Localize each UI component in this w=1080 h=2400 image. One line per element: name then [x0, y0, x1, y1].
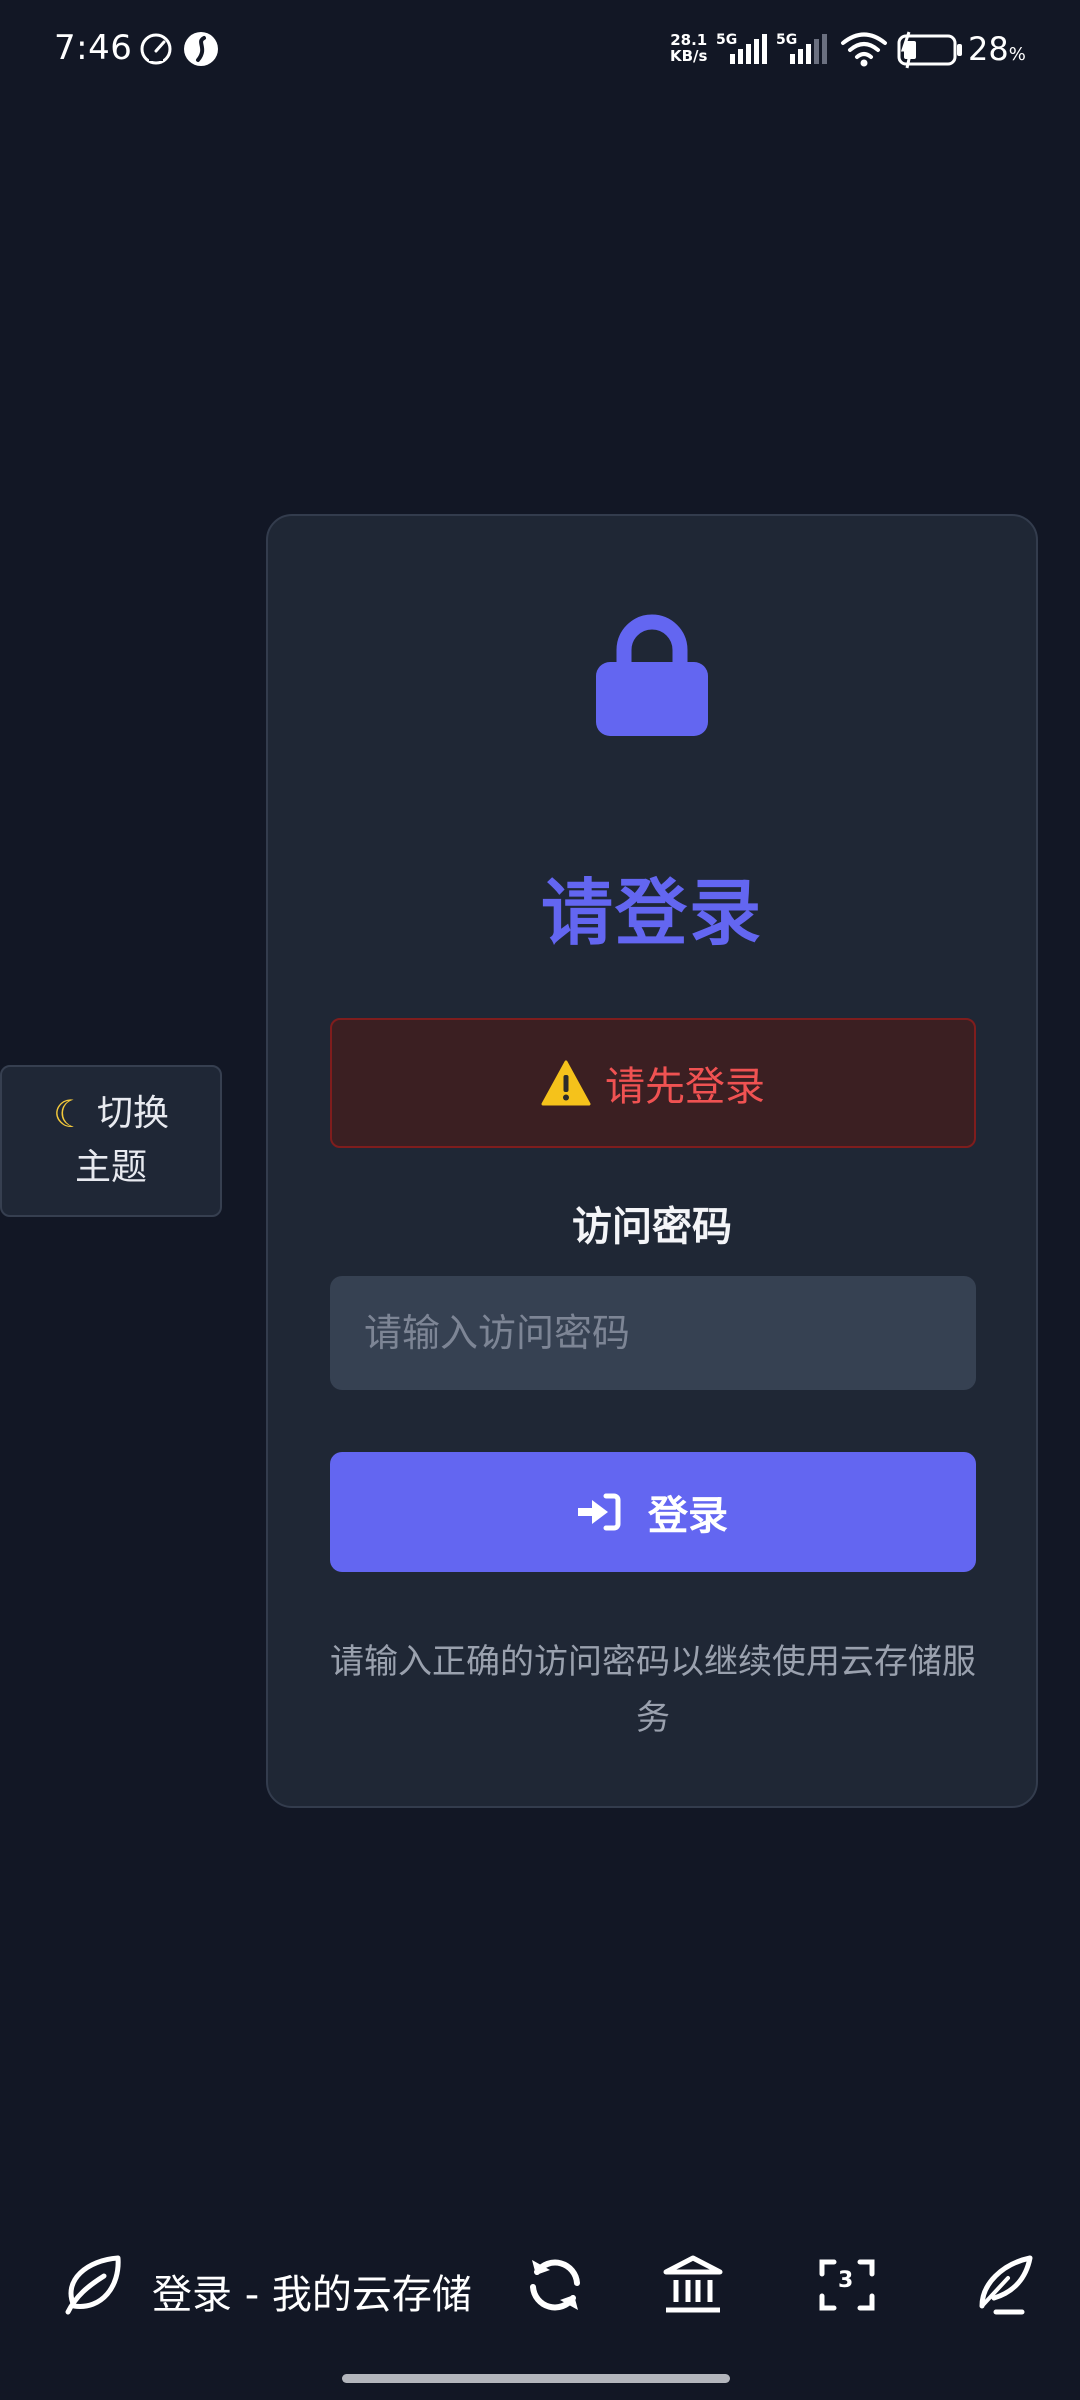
login-button[interactable]: 登录 [330, 1452, 976, 1572]
signal-2-icon [790, 34, 827, 64]
status-bar: 7:46 28.1 KB/s 5G 5G 28% [0, 0, 1080, 100]
battery-percent-value: 28 [968, 30, 1009, 68]
moon-icon: ☾ [52, 1092, 88, 1136]
net-speed-unit: KB/s [670, 47, 708, 65]
home-indicator[interactable] [342, 2374, 730, 2383]
page-title-tab[interactable]: 登录 - 我的云存储 [152, 2262, 472, 2320]
app-s-icon [184, 32, 218, 66]
quill-icon[interactable] [968, 2250, 1038, 2320]
refresh-icon[interactable] [520, 2250, 590, 2320]
help-text: 请输入正确的访问密码以继续使用云存储服务 [330, 1642, 976, 1738]
battery-percent-sign: % [1008, 44, 1026, 65]
lock-icon [596, 614, 708, 736]
net-speed-value: 28.1 [670, 31, 708, 49]
password-label: 访问密码 [572, 1204, 732, 1250]
wifi-icon [841, 32, 887, 67]
login-button-label: 登录 [648, 1493, 728, 1539]
theme-toggle-line2: 主题 [74, 1147, 147, 1188]
page-title: 请登录 [540, 871, 763, 955]
sign-in-icon [578, 1493, 621, 1531]
battery-icon [897, 31, 962, 69]
alert-text: 请先登录 [605, 1064, 765, 1110]
signal-icon [730, 34, 767, 64]
theme-toggle-row: ☾ 切换 [53, 1087, 169, 1141]
speedometer-icon [140, 33, 172, 65]
net-speed: 28.1 KB/s [670, 32, 707, 64]
tab-count: 3 [838, 2268, 854, 2293]
theme-toggle-button[interactable]: ☾ 切换 主题 [0, 1065, 222, 1217]
status-time: 7:46 [54, 28, 133, 68]
bank-icon[interactable] [658, 2250, 728, 2320]
leaf-icon[interactable] [58, 2250, 128, 2320]
warning-icon [541, 1060, 591, 1106]
error-alert: 请先登录 [330, 1018, 976, 1148]
lock-icon-wrap [268, 610, 1036, 736]
browser-bottom-bar: 登录 - 我的云存储 3 [0, 2250, 1080, 2350]
login-card: 请登录 请先登录 访问密码 登录 请输入正确的访问密码以继续使用云存储服务 [266, 514, 1038, 1808]
theme-toggle-line1: 切换 [97, 1093, 170, 1134]
password-input[interactable] [330, 1276, 976, 1390]
battery-percent: 28% [968, 30, 1026, 68]
